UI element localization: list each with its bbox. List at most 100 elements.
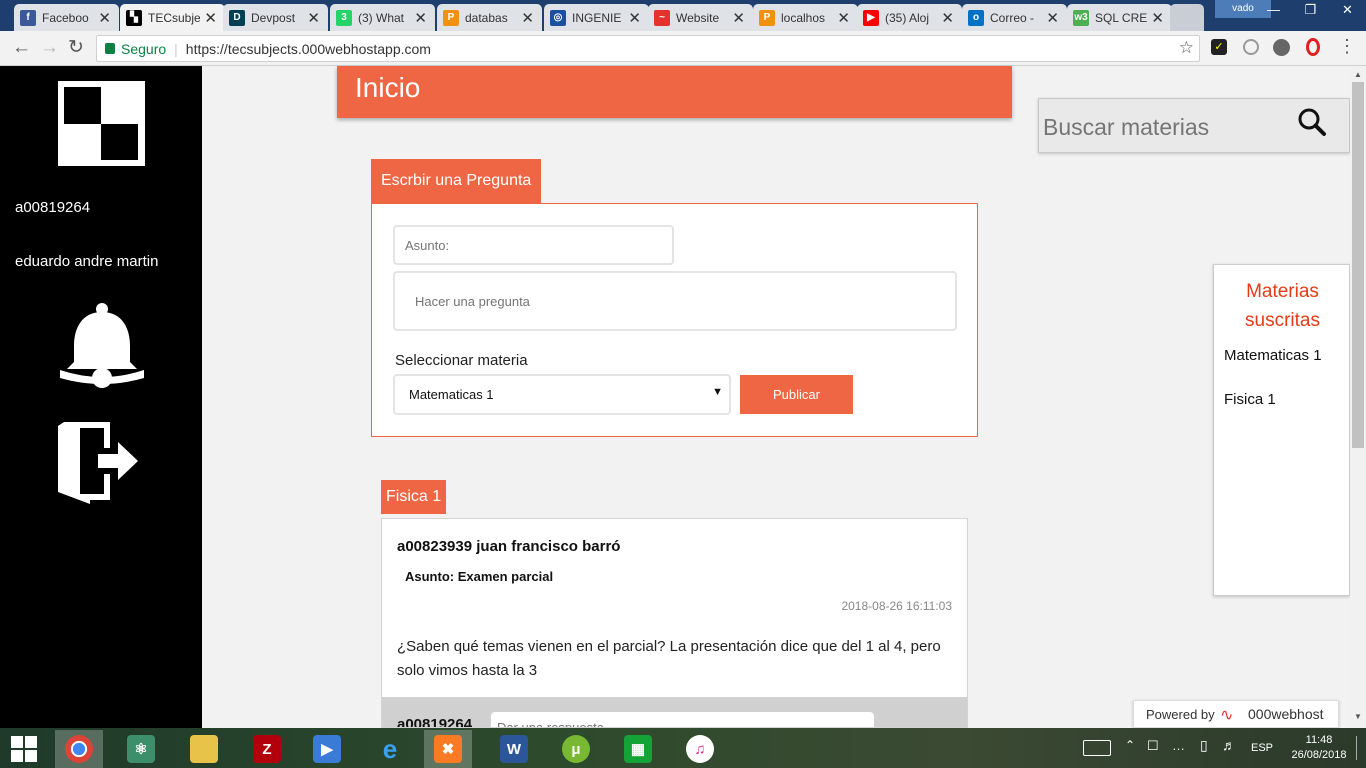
subject-input[interactable] xyxy=(393,225,674,265)
logout-icon[interactable] xyxy=(58,418,140,504)
browser-tab-bar: f Faceboo ✕ ▚ TECsubje ✕ D Devpost ✕ 3 (3) What ✕ Pd… xyxy=(0,0,1366,31)
powered-by-brand: 000webhost xyxy=(1248,706,1324,722)
close-tab-icon[interactable]: ✕ xyxy=(1046,9,1059,27)
network-icon[interactable]: ☐ xyxy=(1147,738,1159,754)
utorrent-icon[interactable]: μ xyxy=(552,730,600,768)
reply-bar: a00819264 xyxy=(382,697,967,728)
xampp-icon[interactable]: ✖ xyxy=(424,730,472,768)
subscribed-title: Materias suscritas xyxy=(1245,281,1320,331)
forward-arrow-icon[interactable]: → xyxy=(40,37,59,59)
wifi-icon[interactable]: … xyxy=(1172,738,1185,753)
reply-input[interactable] xyxy=(491,712,874,727)
browser-tab-label: (3) What xyxy=(358,10,405,25)
language-indicator[interactable]: ESP xyxy=(1251,742,1273,754)
search-input[interactable] xyxy=(1043,109,1293,145)
sidebar: a00819264 eduardo andre martin xyxy=(0,66,202,728)
scrollbar-thumb[interactable] xyxy=(1352,82,1364,448)
word-icon[interactable]: W xyxy=(490,730,538,768)
browser-tab[interactable]: ◎ INGENIE ✕ xyxy=(544,4,649,31)
close-tab-icon[interactable]: ✕ xyxy=(732,9,745,27)
clock[interactable]: 11:48 26/08/2018 xyxy=(1290,733,1348,763)
bookmark-star-icon[interactable]: ☆ xyxy=(1179,38,1194,58)
close-tab-icon[interactable]: ✕ xyxy=(98,9,111,27)
browser-tab-label: Website xyxy=(676,10,720,25)
search-icon[interactable] xyxy=(1297,107,1327,137)
browser-tab[interactable]: ~ Website ✕ xyxy=(648,4,753,31)
battery-icon[interactable]: ▯ xyxy=(1200,737,1208,754)
browser-tab-label: Correo - xyxy=(990,10,1035,25)
question-input[interactable] xyxy=(393,271,957,331)
omnibox[interactable]: Seguro | https://tecsubjects.000webhosta… xyxy=(96,35,1200,62)
extension-icon[interactable] xyxy=(1243,39,1259,55)
filezilla-icon[interactable]: Z xyxy=(243,730,291,768)
browser-tab[interactable]: Pdatabas ✕ xyxy=(437,4,542,31)
secure-label: Seguro xyxy=(121,40,167,57)
close-tab-icon[interactable]: ✕ xyxy=(941,9,954,27)
volume-icon[interactable]: ♬ xyxy=(1222,737,1236,753)
bell-icon[interactable] xyxy=(56,302,148,390)
page-scrollbar[interactable]: ▲ ▼ xyxy=(1350,66,1366,728)
app-logo[interactable] xyxy=(58,81,145,166)
atom-icon[interactable]: ⚛ xyxy=(117,730,165,768)
subscribed-item[interactable]: Fisica 1 xyxy=(1224,391,1276,408)
browser-tab[interactable]: Plocalhos ✕ xyxy=(753,4,858,31)
browser-tab-label: SQL CRE xyxy=(1095,10,1147,25)
itunes-icon[interactable]: ♫ xyxy=(676,730,724,768)
browser-tab[interactable]: w3 SQL CRE ✕ xyxy=(1067,4,1172,31)
url-text: https://tecsubjects.000webhostapp.com xyxy=(185,40,431,57)
globe-icon: ◎ xyxy=(550,9,566,26)
file-explorer-icon[interactable] xyxy=(180,730,228,768)
subscribed-item[interactable]: Matematicas 1 xyxy=(1224,347,1322,364)
publish-button[interactable]: Publicar xyxy=(740,375,853,414)
devpost-icon: D xyxy=(229,9,245,26)
address-toolbar: ← → ↻ Seguro | https://tecsubjects.000we… xyxy=(0,31,1366,66)
close-tab-icon[interactable]: ✕ xyxy=(628,9,641,27)
browser-tab[interactable]: 3 (3) What ✕ xyxy=(330,4,435,31)
clock-time: 11:48 xyxy=(1305,734,1333,746)
chevron-down-icon: ▼ xyxy=(712,386,723,398)
maximize-icon[interactable]: ❐ xyxy=(1292,0,1329,22)
powered-by-badge[interactable]: Powered by ∿ 000webhost xyxy=(1133,700,1339,728)
browser-menu-icon[interactable]: ⋮ xyxy=(1338,36,1356,57)
show-desktop-button[interactable] xyxy=(1356,736,1364,760)
browser-tab[interactable]: ▚ TECsubje ✕ xyxy=(120,4,225,31)
close-tab-icon[interactable]: ✕ xyxy=(1151,9,1164,27)
w3schools-icon: w3 xyxy=(1073,9,1089,26)
minimize-icon[interactable]: — xyxy=(1255,0,1292,22)
search-box xyxy=(1038,98,1350,153)
store-icon[interactable]: ▦ xyxy=(614,730,662,768)
close-tab-icon[interactable]: ✕ xyxy=(521,9,534,27)
reply-user: a00819264 xyxy=(397,716,473,728)
close-tab-icon[interactable]: ✕ xyxy=(307,9,320,27)
subscribed-panel: Materias suscritas Matematicas 1 Fisica … xyxy=(1213,264,1350,596)
000webhost-logo-icon: ∿ xyxy=(1220,707,1234,724)
subject-select[interactable]: Matematicas 1 ▼ xyxy=(393,374,731,415)
keyboard-icon[interactable] xyxy=(1083,740,1111,756)
close-window-icon[interactable]: ✕ xyxy=(1329,0,1366,22)
close-tab-icon[interactable]: ✕ xyxy=(414,9,427,27)
000webhost-icon: ~ xyxy=(654,9,670,26)
new-tab-button[interactable] xyxy=(1170,4,1204,31)
internet-explorer-icon[interactable]: e xyxy=(366,730,414,768)
browser-tab[interactable]: ▶ (35) Aloj ✕ xyxy=(857,4,962,31)
powered-by-label: Powered by xyxy=(1146,707,1215,722)
phpmyadmin-icon: P xyxy=(759,9,775,26)
video-player-icon[interactable]: ▶ xyxy=(303,730,351,768)
browser-tab-label: localhos xyxy=(781,10,826,25)
close-tab-icon[interactable]: ✕ xyxy=(837,9,850,27)
browser-tab[interactable]: o Correo - ✕ xyxy=(962,4,1067,31)
back-arrow-icon[interactable]: ← xyxy=(12,37,31,59)
outlook-icon: o xyxy=(968,9,984,26)
close-tab-icon[interactable]: ✕ xyxy=(204,9,217,27)
lock-icon xyxy=(105,43,115,54)
extension-icon[interactable]: ✓ xyxy=(1211,39,1227,55)
show-hidden-icons-icon[interactable]: ⌃ xyxy=(1125,738,1135,752)
wordpress-icon[interactable] xyxy=(1273,39,1290,56)
chrome-icon[interactable] xyxy=(55,730,103,768)
opera-icon[interactable] xyxy=(1306,38,1320,56)
browser-tab[interactable]: D Devpost ✕ xyxy=(223,4,328,31)
browser-tab[interactable]: f Faceboo ✕ xyxy=(14,4,119,31)
windows-start-icon[interactable] xyxy=(0,730,48,768)
post-subject-line: Asunto: Examen parcial xyxy=(405,569,554,584)
reload-icon[interactable]: ↻ xyxy=(68,36,84,59)
